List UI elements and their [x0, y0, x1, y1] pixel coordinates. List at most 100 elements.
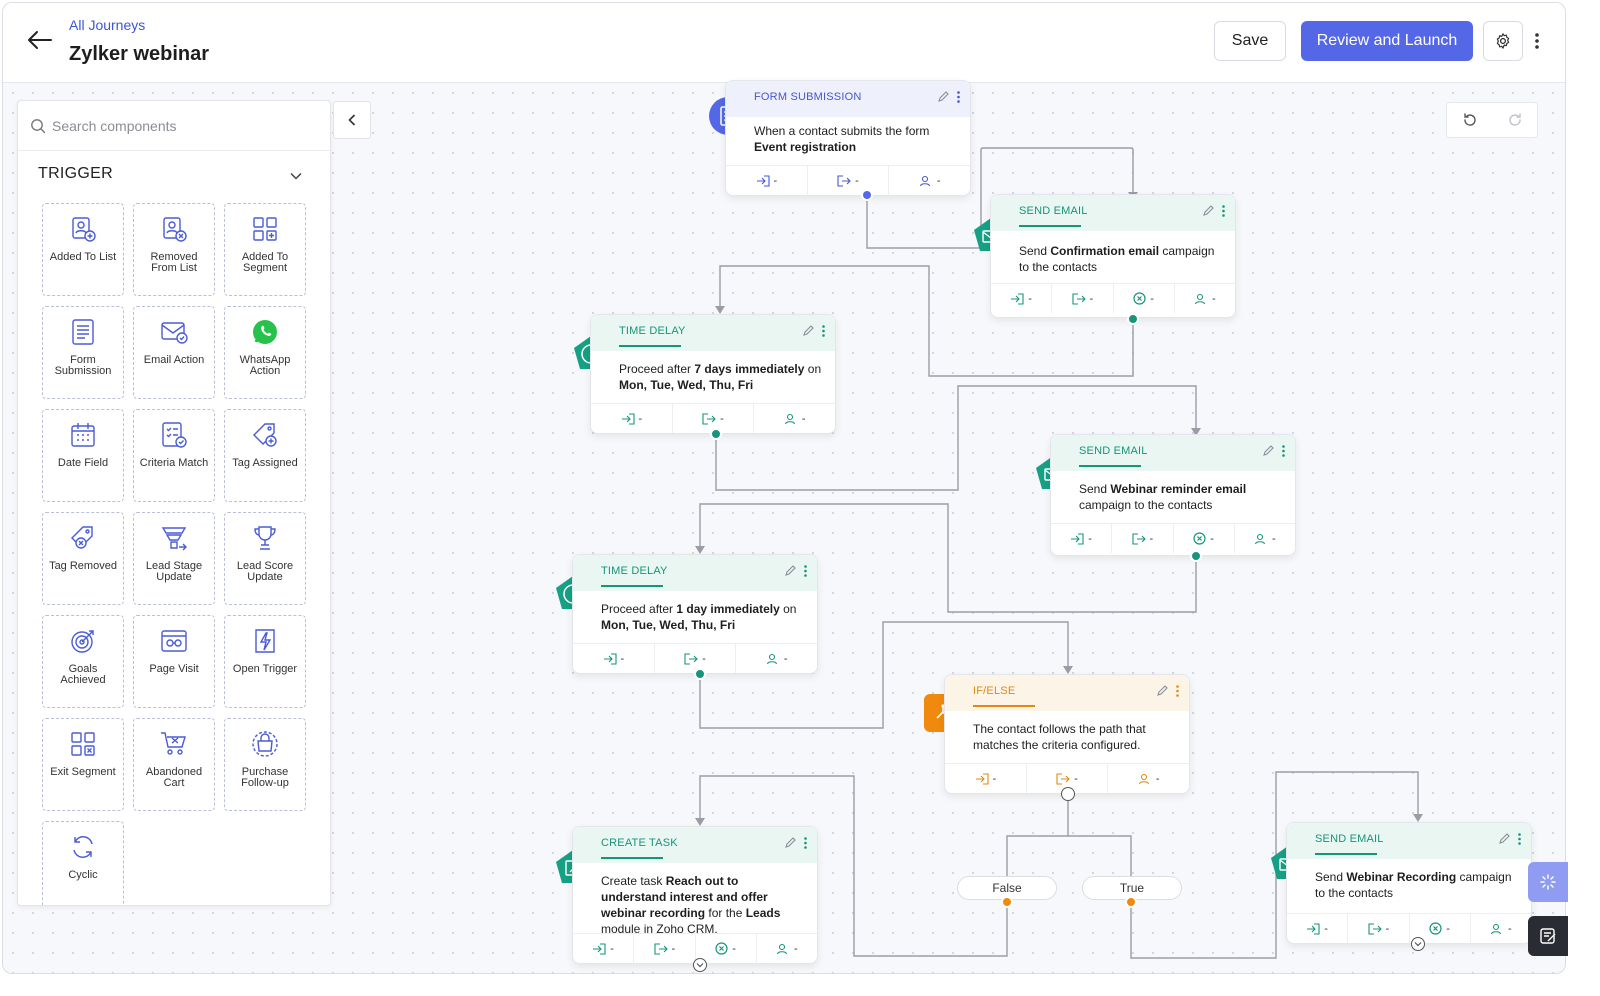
- node-menu-icon[interactable]: [1176, 684, 1179, 702]
- undo-icon[interactable]: [1447, 102, 1492, 138]
- entry-stat[interactable]: -: [726, 166, 808, 195]
- tile-cyclic[interactable]: Cyclic: [42, 821, 124, 905]
- tile-removed-from-list[interactable]: Removed From List: [133, 203, 215, 296]
- contacts-stat[interactable]: -: [1108, 764, 1189, 793]
- entry-stat[interactable]: -: [1287, 914, 1349, 943]
- connector-dot[interactable]: [1127, 313, 1139, 325]
- tile-email-action[interactable]: Email Action: [133, 306, 215, 399]
- tile-exit-segment[interactable]: Exit Segment: [42, 718, 124, 811]
- tile-criteria-match[interactable]: Criteria Match: [133, 409, 215, 502]
- node-form-submission[interactable]: FORM SUBMISSION When a contact submits t…: [725, 80, 971, 196]
- connector-dot[interactable]: [694, 668, 706, 680]
- save-button[interactable]: Save: [1214, 21, 1286, 61]
- node-send-email-confirmation[interactable]: SEND EMAIL Send Confirmation email campa…: [990, 194, 1236, 318]
- back-arrow-icon[interactable]: [25, 25, 55, 55]
- entry-stat[interactable]: -: [573, 934, 635, 963]
- tile-page-visit[interactable]: Page Visit: [133, 615, 215, 708]
- node-body-bold: Webinar Recording: [1346, 870, 1457, 884]
- exit-count: -: [1385, 922, 1390, 935]
- chevron-down-icon[interactable]: [290, 167, 302, 185]
- contacts-stat[interactable]: -: [757, 934, 817, 963]
- tile-tag-removed[interactable]: Tag Removed: [42, 512, 124, 605]
- node-send-email-reminder[interactable]: SEND EMAIL Send Webinar reminder email c…: [1050, 434, 1296, 556]
- tile-tag-assigned[interactable]: Tag Assigned: [224, 409, 306, 502]
- collapse-panel-button[interactable]: [333, 101, 371, 139]
- contacts-count: -: [794, 942, 798, 955]
- tile-form-submission[interactable]: Form Submission: [42, 306, 124, 399]
- entry-stat[interactable]: -: [1051, 524, 1113, 553]
- failed-stat[interactable]: -: [696, 934, 757, 963]
- edit-pencil-icon[interactable]: [784, 564, 796, 582]
- node-title: SEND EMAIL: [1019, 205, 1088, 217]
- tile-lead-stage-update[interactable]: Lead Stage Update: [133, 512, 215, 605]
- node-menu-icon[interactable]: [1518, 832, 1521, 850]
- node-menu-icon[interactable]: [1282, 444, 1285, 462]
- contacts-stat[interactable]: -: [736, 644, 817, 673]
- tile-goals-achieved[interactable]: Goals Achieved: [42, 615, 124, 708]
- edit-pencil-icon[interactable]: [937, 90, 949, 108]
- connector-dot[interactable]: [710, 428, 722, 440]
- assistant-sparkle-icon[interactable]: [1528, 862, 1568, 902]
- edit-pencil-icon[interactable]: [1498, 832, 1510, 850]
- add-step-chevron-icon[interactable]: [1411, 937, 1425, 951]
- node-if-else[interactable]: IF/ELSE The contact follows the path tha…: [944, 674, 1190, 794]
- edit-pencil-icon[interactable]: [1202, 204, 1214, 222]
- exit-icon: [837, 174, 851, 187]
- edit-pencil-icon[interactable]: [1262, 444, 1274, 462]
- failed-stat[interactable]: -: [1114, 284, 1175, 313]
- exit-stat[interactable]: -: [1112, 524, 1174, 553]
- node-menu-icon[interactable]: [804, 564, 807, 582]
- connector-dot[interactable]: [1001, 896, 1013, 908]
- node-time-delay-7-days[interactable]: TIME DELAY Proceed after 7 days immediat…: [590, 314, 836, 434]
- redo-icon[interactable]: [1492, 102, 1537, 138]
- connector-dot[interactable]: [1190, 550, 1202, 562]
- tile-open-trigger[interactable]: Open Trigger: [224, 615, 306, 708]
- edit-pencil-icon[interactable]: [784, 836, 796, 854]
- connector-dot[interactable]: [1125, 896, 1137, 908]
- entry-stat[interactable]: -: [591, 404, 673, 433]
- top-bar: All Journeys Zylker webinar Save Review …: [3, 3, 1565, 83]
- edit-pencil-icon[interactable]: [1156, 684, 1168, 702]
- settings-gear-icon[interactable]: [1483, 21, 1523, 61]
- contacts-stat[interactable]: -: [1235, 524, 1295, 553]
- edit-pencil-icon[interactable]: [802, 324, 814, 342]
- review-and-launch-button[interactable]: Review and Launch: [1301, 21, 1473, 61]
- connector-dot[interactable]: [861, 189, 873, 201]
- more-options-icon[interactable]: [1529, 27, 1545, 55]
- exit-stat[interactable]: -: [1052, 284, 1114, 313]
- node-send-email-recording[interactable]: SEND EMAIL Send Webinar Recording campai…: [1286, 822, 1532, 944]
- exit-count: -: [720, 412, 724, 425]
- tile-purchase-follow-up[interactable]: Purchase Follow-up: [224, 718, 306, 811]
- exit-stat[interactable]: -: [808, 166, 890, 195]
- exit-stat[interactable]: -: [1348, 914, 1410, 943]
- entry-stat[interactable]: -: [573, 644, 655, 673]
- tile-added-to-list[interactable]: Added To List: [42, 203, 124, 296]
- notes-edit-icon[interactable]: [1528, 916, 1568, 956]
- entry-stat[interactable]: -: [991, 284, 1053, 313]
- node-menu-icon[interactable]: [957, 90, 960, 108]
- node-menu-icon[interactable]: [804, 836, 807, 854]
- node-time-delay-1-day[interactable]: TIME DELAY Proceed after 1 day immediate…: [572, 554, 818, 674]
- contacts-stat[interactable]: -: [754, 404, 835, 433]
- tile-abandoned-cart[interactable]: Abandoned Cart: [133, 718, 215, 811]
- contacts-stat[interactable]: -: [889, 166, 970, 195]
- exit-stat[interactable]: -: [634, 934, 696, 963]
- tile-lead-score-update[interactable]: Lead Score Update: [224, 512, 306, 605]
- added-to-segment-icon: [253, 217, 277, 241]
- node-menu-icon[interactable]: [1222, 204, 1225, 222]
- tile-added-to-segment[interactable]: Added To Segment: [224, 203, 306, 296]
- breadcrumb-all-journeys[interactable]: All Journeys: [69, 17, 145, 33]
- node-create-task[interactable]: CREATE TASK Create task Reach out to und…: [572, 826, 818, 964]
- exit-icon: [702, 412, 716, 425]
- tile-whatsapp-action[interactable]: WhatsApp Action: [224, 306, 306, 399]
- connector-dot[interactable]: [1061, 787, 1075, 801]
- node-menu-icon[interactable]: [822, 324, 825, 342]
- add-step-chevron-icon[interactable]: [693, 958, 707, 972]
- failed-stat[interactable]: -: [1174, 524, 1235, 553]
- tile-date-field[interactable]: Date Field: [42, 409, 124, 502]
- contacts-stat[interactable]: -: [1175, 284, 1235, 313]
- entry-stat[interactable]: -: [945, 764, 1027, 793]
- contacts-stat[interactable]: -: [1471, 914, 1531, 943]
- contacts-icon: [919, 175, 930, 186]
- search-components-input[interactable]: [52, 117, 312, 134]
